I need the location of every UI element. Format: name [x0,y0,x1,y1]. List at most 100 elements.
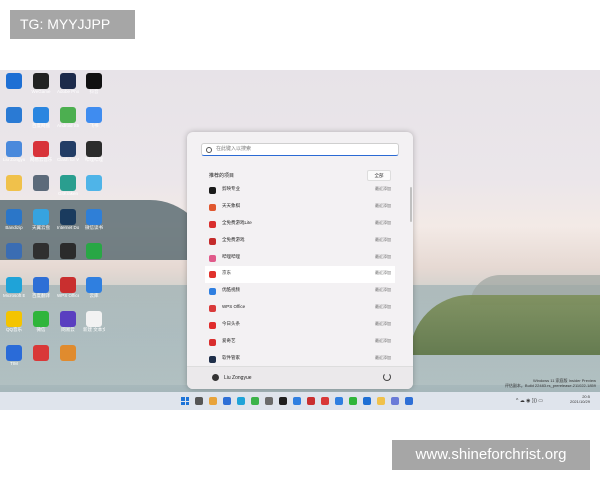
taskbar-app-icon[interactable] [223,397,231,405]
search-input[interactable]: 在此键入以搜索 [201,143,399,156]
app-icon [60,243,76,259]
taskbar-app-icon[interactable] [265,397,273,405]
taskbar-app-icon[interactable] [363,397,371,405]
taskbar-app-icon[interactable] [405,397,413,405]
desktop-icon[interactable]: Bandizip [3,209,25,235]
desktop-icon[interactable] [57,345,79,371]
item-name: 天天象棋 [222,202,240,208]
desktop-icon[interactable]: 云库 [83,277,105,303]
item-time: 最近添加 [375,186,391,191]
taskbar-app-icon[interactable] [321,397,329,405]
start-menu: 在此键入以搜索 推荐的项目 全部 剪映专业 最近添加 天天象棋 最近添加 全免费游戏Li… [187,132,413,389]
desktop-icon[interactable] [3,175,25,201]
desktop-icon[interactable]: 飞书 [83,107,105,133]
desktop-icon[interactable]: Adobe Photosho... [57,73,79,99]
taskbar-app-icon[interactable] [209,397,217,405]
desktop-icon[interactable]: 网易云 [57,311,79,337]
list-item[interactable]: 爱奇艺 最近添加 [205,334,395,351]
desktop-icon-label: 网易云音乐 [30,157,52,162]
item-name: 全免费游戏Lite [222,219,252,225]
app-icon [6,209,22,225]
desktop-icon[interactable] [3,107,25,133]
app-icon [33,107,49,123]
list-item[interactable]: 优酷视频 最近添加 [205,283,395,300]
desktop-icon-label: 百度网盘 [32,123,50,128]
desktop-icon[interactable]: 抖音 [83,73,105,99]
item-name: 京东 [222,270,231,276]
desktop-icon[interactable] [30,345,52,371]
desktop-icon[interactable]: 网易云音乐 [30,141,52,167]
desktop-icon[interactable]: 新建 文本文档.txt [83,311,105,337]
all-apps-button[interactable]: 全部 [367,170,391,181]
desktop-icon-label: Clash for Windows [57,157,79,162]
desktop-icon[interactable]: WeGame [30,73,52,99]
list-item[interactable]: WPS Office 最近添加 [205,300,395,317]
app-icon [209,322,216,330]
avatar[interactable] [212,374,219,381]
desktop-icon[interactable]: 微信 [30,311,52,337]
power-icon[interactable] [383,373,391,381]
item-time: 最近添加 [375,287,391,293]
taskbar-app-icon[interactable] [391,397,399,405]
desktop-icon[interactable] [83,243,105,269]
item-time: 最近添加 [375,354,391,360]
desktop-icon[interactable]: Liu Zongyue [3,141,25,167]
desktop-icon[interactable]: Internet Downloa... [57,209,79,235]
taskbar-app-icon[interactable] [335,397,343,405]
desktop-icon-label [30,259,52,269]
taskbar-app-icon[interactable] [307,397,315,405]
list-item[interactable]: 全免费游戏 最近添加 [205,233,395,250]
list-item[interactable]: 哔哩哔哩 最近添加 [205,250,395,267]
desktop-icon[interactable]: Android Studio [57,107,79,133]
desktop-icon[interactable] [83,175,105,201]
item-name: 爱奇艺 [222,338,236,344]
desktop-icon[interactable]: Microsoft Edge [3,277,25,303]
list-item[interactable]: 天天象棋 最近添加 [205,199,395,216]
user-name[interactable]: Liu Zongyue [224,375,252,381]
taskbar-app-icon[interactable] [237,397,245,405]
app-icon [6,243,22,259]
scrollbar[interactable] [410,187,412,222]
desktop-icon[interactable]: GitKraken [57,175,79,201]
desktop-icon[interactable]: TIM [3,345,25,371]
item-name: WPS Office [222,304,246,310]
list-item[interactable]: 京东 最近添加 [205,266,395,284]
desktop-icon[interactable] [3,73,25,99]
desktop-icon[interactable]: WPS Office [57,277,79,303]
taskbar-app-icon[interactable] [293,397,301,405]
desktop-icon-label [57,361,79,371]
desktop-icon[interactable] [30,243,52,269]
desktop-icon[interactable]: 百度翻译 [30,277,52,303]
taskbar-app-icon[interactable] [279,397,287,405]
desktop-icon[interactable]: 微信读书 [83,209,105,235]
taskbar-app-icon[interactable] [377,397,385,405]
desktop-icon[interactable]: 哔哩哔哩 [83,141,105,167]
tray-icons[interactable]: ^ ☁ ◉ ))) ▭ [516,398,543,404]
item-time: 最近添加 [375,304,391,310]
taskbar-app-icon[interactable] [349,397,357,405]
desktop-icon[interactable]: QQ音乐 [3,311,25,337]
desktop-icon[interactable] [57,243,79,269]
app-icon [209,237,216,245]
list-item[interactable]: 剪映专业 最近添加 [205,182,395,199]
app-icon [209,271,216,279]
desktop-icon[interactable] [3,243,25,269]
desktop-icon[interactable]: 天翼云盘 [30,209,52,235]
list-item[interactable]: 全免费游戏Lite 最近添加 [205,216,395,233]
taskbar-app-icon[interactable] [251,397,259,405]
app-icon [60,107,76,123]
desktop-icon[interactable]: 百度网盘 [30,107,52,133]
app-icon [6,345,22,361]
desktop-icon-label: Adobe Photosho... [57,89,79,94]
list-item[interactable]: 今日头条 最近添加 [205,317,395,334]
app-icon [60,277,76,293]
windows-build-info: Windows 11 家庭版 Insider Preview 评估副本。Buil… [505,378,596,388]
app-icon [33,243,49,259]
desktop-icon[interactable]: Clash for Windows [57,141,79,167]
clock[interactable]: 20:5 2021/10/29 [570,394,590,404]
app-icon [6,175,22,191]
taskbar-app-icon[interactable] [195,397,203,405]
desktop-icon[interactable] [30,175,52,201]
windows-start-icon[interactable] [181,397,189,405]
item-time: 最近添加 [375,236,391,242]
